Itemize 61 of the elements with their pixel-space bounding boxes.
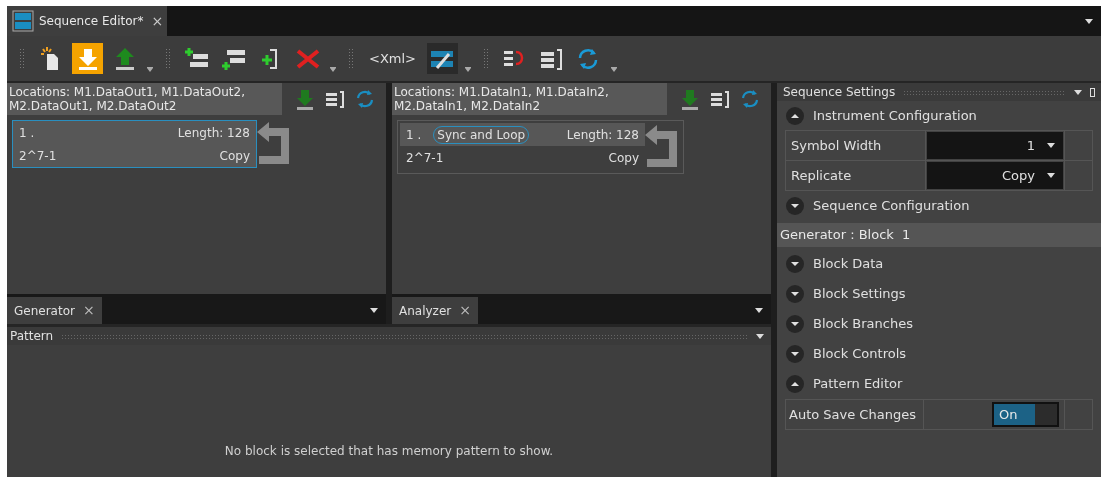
close-icon[interactable]: × (151, 10, 164, 32)
dropdown-caret-icon[interactable] (1047, 143, 1055, 148)
property-label: Symbol Width (786, 131, 926, 160)
list-return-icon[interactable] (709, 88, 731, 110)
expand-icon[interactable] (785, 344, 805, 364)
block-length: Length: 128 (177, 124, 250, 142)
block-pattern: 2^7-1 (19, 147, 57, 165)
block-replicate: Copy (608, 149, 639, 167)
section-header[interactable]: Block Controls (777, 339, 1101, 369)
expand-icon[interactable] (785, 284, 805, 304)
download-icon[interactable] (294, 88, 316, 110)
panel-title: Sequence Settings (783, 84, 896, 101)
property-label: Replicate (786, 161, 926, 190)
close-icon[interactable]: × (82, 300, 95, 321)
dropdown-caret-icon[interactable] (1074, 89, 1082, 95)
block-replicate: Copy (219, 147, 250, 165)
toggle-switch[interactable]: On (992, 402, 1059, 427)
property-dropdown[interactable]: Copy (927, 162, 1063, 189)
dropdown-caret-icon[interactable] (1047, 173, 1055, 178)
expand-icon[interactable] (785, 196, 805, 216)
refresh-icon[interactable] (354, 88, 376, 110)
overflow-caret-icon[interactable] (464, 67, 471, 73)
xml-button[interactable]: <Xml> (365, 43, 420, 74)
document-tab[interactable]: Sequence Editor* × (7, 6, 168, 36)
dropdown-caret-icon[interactable] (756, 333, 764, 339)
refresh-icon[interactable] (739, 88, 761, 110)
collapse-icon[interactable] (785, 106, 805, 126)
section-header[interactable]: Instrument Configuration (777, 101, 1101, 131)
section-header[interactable]: Block Branches (777, 309, 1101, 339)
section-header[interactable]: Block Data (777, 249, 1101, 279)
collapse-icon[interactable] (785, 374, 805, 394)
overflow-caret-icon[interactable] (330, 67, 336, 73)
locations-label: Locations: M1.DataOut1, M1.DataOut2, M2.DataOut1, M2.DataOut2 (7, 83, 282, 115)
block-length: Length: 128 (566, 126, 639, 144)
block-index: 1 . (406, 126, 422, 144)
dropdown-caret-icon[interactable] (1085, 19, 1093, 24)
panel-title: Pattern (10, 328, 54, 345)
block-header: Generator : Block 1 (777, 223, 1101, 247)
expand-icon[interactable] (785, 254, 805, 274)
block-card[interactable]: 1 . Sync and Loop Length: 128 2^7-1 Copy (397, 120, 684, 174)
block-pattern: 2^7-1 (406, 149, 444, 167)
property-label: Auto Save Changes (786, 400, 924, 429)
block-index: 1 . (19, 124, 35, 142)
toolbar-button[interactable] (426, 43, 458, 74)
pin-icon[interactable] (1090, 87, 1095, 97)
overflow-caret-icon[interactable] (610, 67, 617, 73)
locations-label: Locations: M1.DataIn1, M1.DataIn2, M2.DataIn1, M2.DataIn2 (392, 83, 667, 115)
list-return-icon[interactable] (324, 88, 346, 110)
download-icon[interactable] (679, 88, 701, 110)
overflow-caret-icon[interactable] (147, 67, 153, 73)
expand-icon[interactable] (785, 314, 805, 334)
property-dropdown[interactable]: 1 (927, 132, 1063, 159)
close-icon[interactable]: × (459, 300, 471, 321)
dropdown-caret-icon[interactable] (755, 308, 763, 313)
section-header[interactable]: Pattern Editor (777, 369, 1101, 399)
panel-tab[interactable]: Analyzer × (392, 297, 478, 324)
section-header[interactable]: Block Settings (777, 279, 1101, 309)
dropdown-caret-icon[interactable] (370, 308, 378, 313)
empty-message: No block is selected that has memory pattern to show. (224, 443, 554, 460)
panel-tab[interactable]: Generator × (7, 297, 102, 324)
section-header[interactable]: Sequence Configuration (777, 191, 1101, 221)
